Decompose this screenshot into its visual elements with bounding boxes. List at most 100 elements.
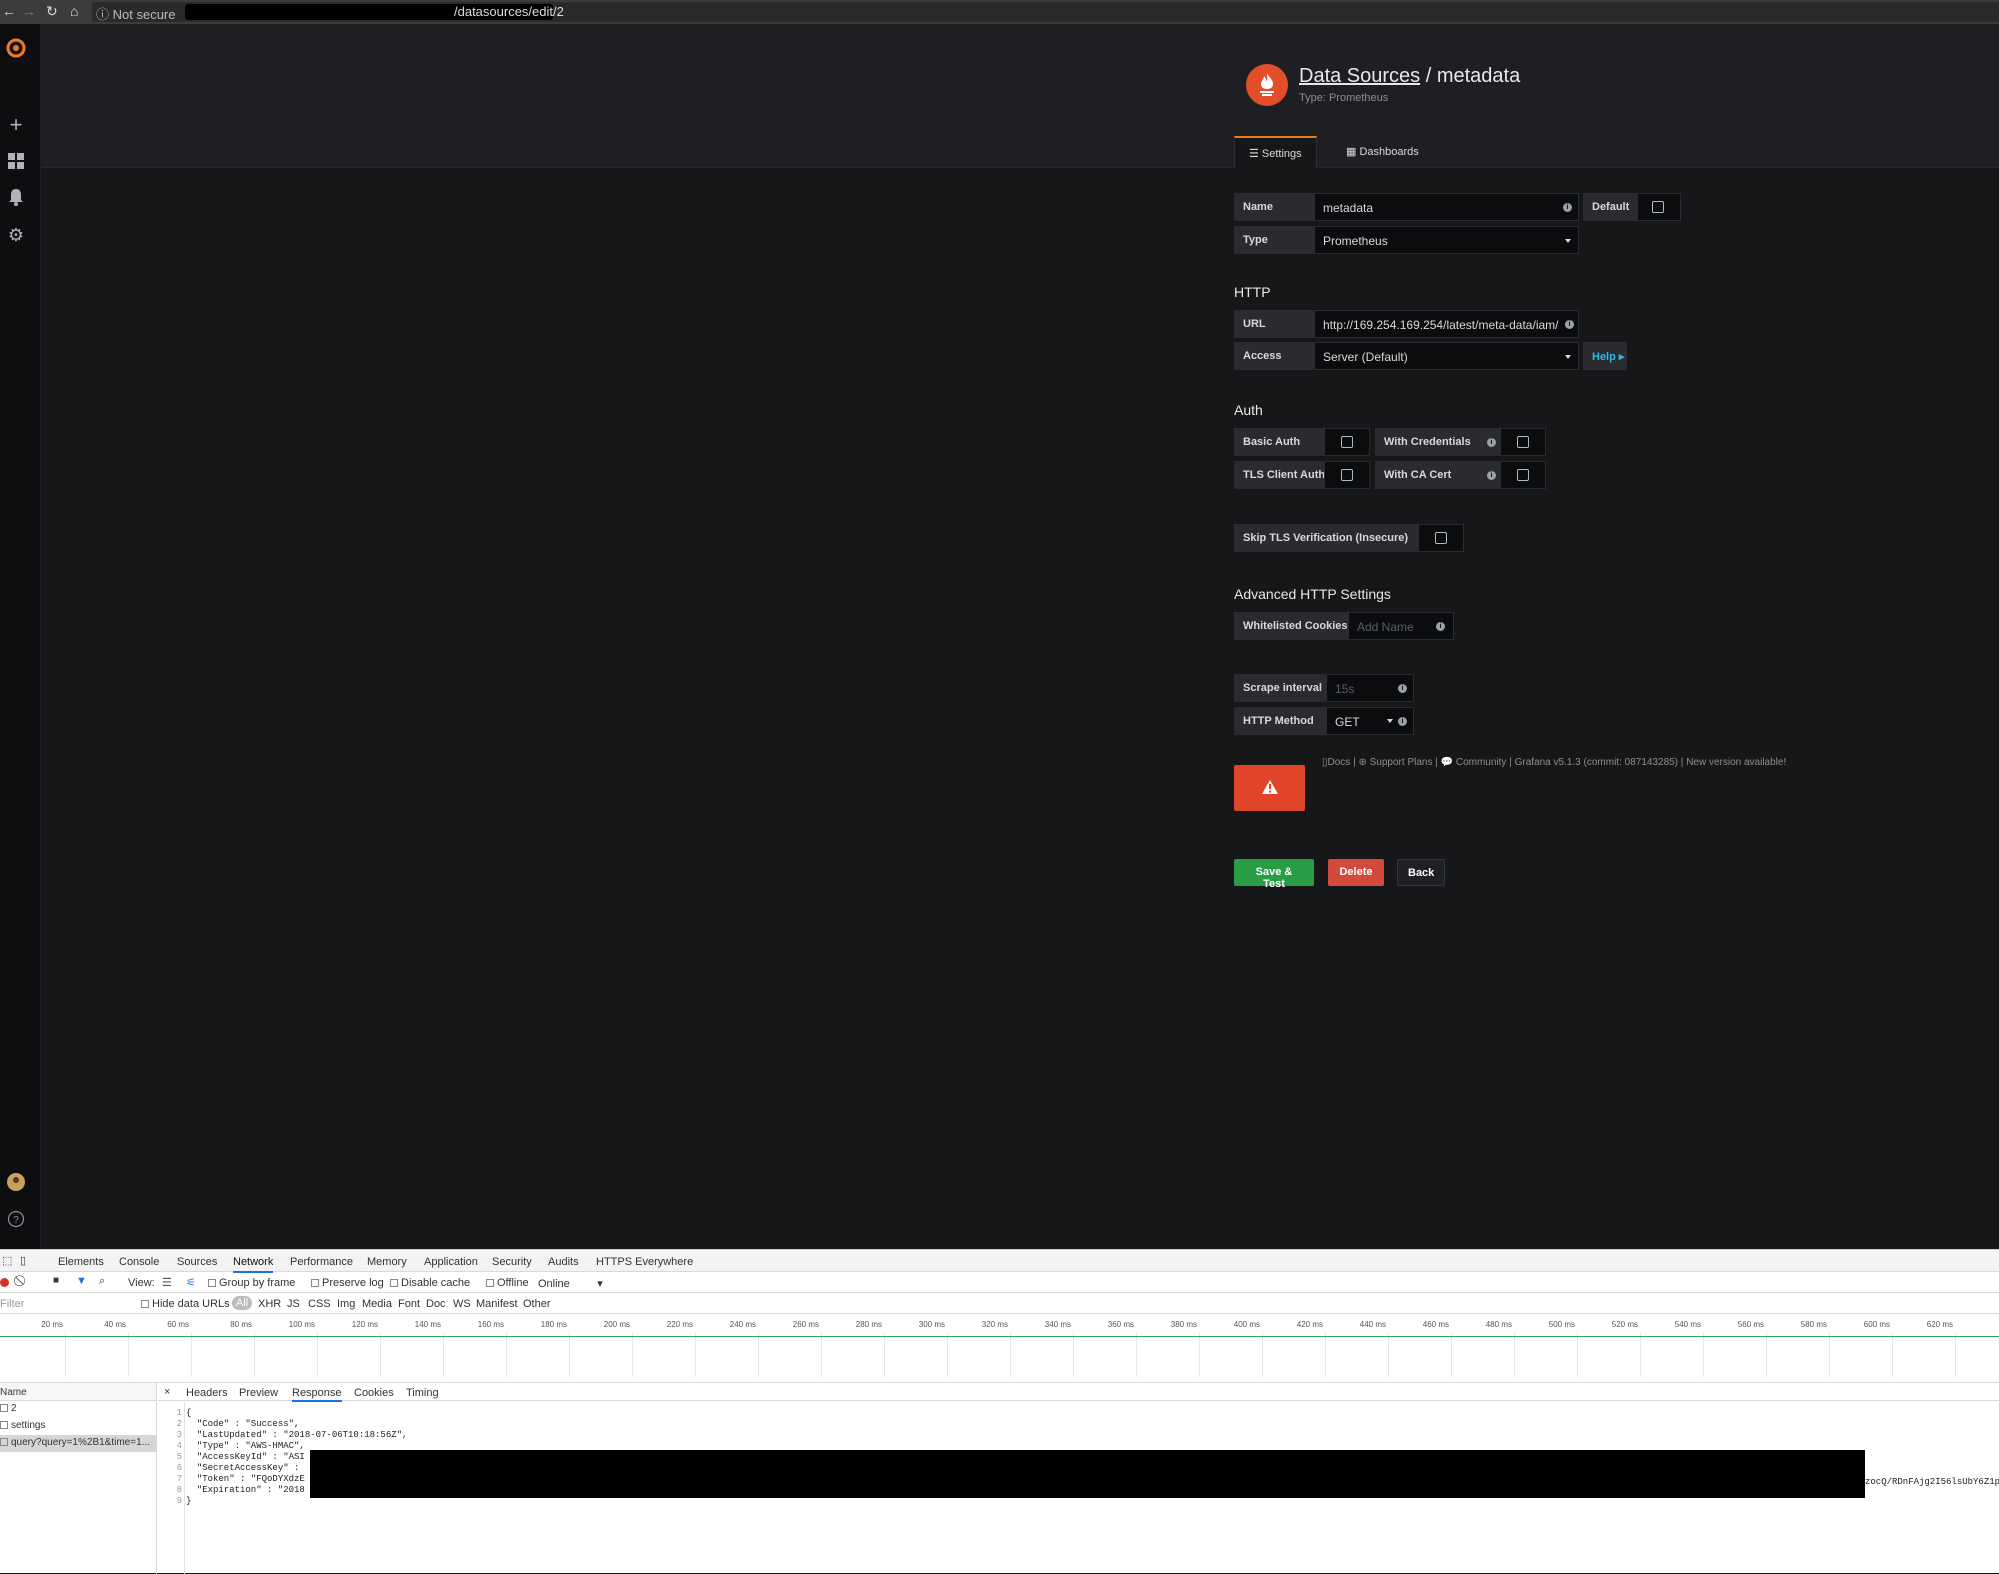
timeline-gridline: [1451, 1332, 1452, 1377]
filter-type-all[interactable]: All: [232, 1296, 253, 1310]
line-number: 6: [176, 1463, 182, 1473]
request-list-header: Name: [0, 1383, 156, 1401]
tab-dashboards[interactable]: ▦ Dashboards: [1332, 136, 1433, 168]
list-view-icon[interactable]: ☰: [162, 1276, 172, 1289]
default-checkbox[interactable]: [1652, 201, 1664, 213]
type-select[interactable]: Prometheus: [1314, 226, 1579, 254]
line-number: 9: [176, 1496, 182, 1506]
url-input[interactable]: http://169.254.169.254/latest/meta-data/…: [1314, 310, 1579, 338]
filter-type-js[interactable]: JS: [287, 1298, 300, 1310]
filter-type-font[interactable]: Font: [398, 1298, 420, 1310]
alerting-bell-icon[interactable]: [0, 188, 32, 211]
timeline-gridline: [1010, 1332, 1011, 1377]
back-button[interactable]: Back: [1397, 859, 1445, 886]
devtools-tab-security[interactable]: Security: [492, 1256, 532, 1268]
filter-type-manifest[interactable]: Manifest: [476, 1298, 518, 1310]
devtools-tab-network[interactable]: Network: [233, 1256, 274, 1273]
devtools-tab-elements[interactable]: Elements: [58, 1256, 104, 1268]
with-credentials-checkbox[interactable]: [1517, 436, 1529, 448]
offline-toggle[interactable]: Offline: [486, 1277, 529, 1289]
page-subtitle: Type: Prometheus: [1299, 92, 1389, 104]
forward-icon[interactable]: →: [22, 3, 36, 19]
devtools-tab-performance[interactable]: Performance: [290, 1256, 353, 1268]
timeline-tick-label: 180 ms: [540, 1320, 567, 1329]
filter-input[interactable]: Filter: [0, 1298, 130, 1310]
search-icon[interactable]: ⌕: [99, 1275, 105, 1288]
grid-icon: ▦: [1346, 146, 1360, 158]
request-row[interactable]: 2: [0, 1401, 156, 1418]
detail-tab-preview[interactable]: Preview: [239, 1387, 278, 1399]
throttling-select[interactable]: Online ▾: [538, 1277, 603, 1290]
delete-button[interactable]: Delete: [1328, 859, 1384, 886]
access-select[interactable]: Server (Default): [1314, 342, 1579, 370]
hide-data-urls[interactable]: Hide data URLs: [141, 1298, 230, 1310]
footer-community-link[interactable]: Community: [1456, 757, 1507, 768]
user-avatar[interactable]: [0, 1172, 32, 1197]
filter-type-css[interactable]: CSS: [308, 1298, 331, 1310]
inspect-icon[interactable]: ⬚: [2, 1254, 12, 1267]
record-icon[interactable]: [0, 1278, 9, 1287]
filter-type-other[interactable]: Other: [523, 1298, 551, 1310]
timeline-tick-label: 520 ms: [1611, 1320, 1638, 1329]
devtools-tab-https-everywhere[interactable]: HTTPS Everywhere: [596, 1256, 693, 1268]
detail-tab-headers[interactable]: Headers: [186, 1387, 228, 1399]
home-icon[interactable]: ⌂: [70, 3, 78, 19]
name-input[interactable]: metadata: [1314, 193, 1579, 221]
devtools-tab-audits[interactable]: Audits: [548, 1256, 579, 1268]
line-number: 2: [176, 1419, 182, 1429]
devtools-tab-memory[interactable]: Memory: [367, 1256, 407, 1268]
group-by-frame[interactable]: Group by frame: [208, 1277, 295, 1289]
breadcrumb-data-sources-link[interactable]: Data Sources: [1299, 65, 1420, 87]
skip-tls-checkbox[interactable]: [1435, 532, 1447, 544]
filter-type-media[interactable]: Media: [362, 1298, 392, 1310]
timeline-tick-label: 240 ms: [729, 1320, 756, 1329]
device-toolbar-icon[interactable]: ▯: [20, 1254, 26, 1267]
footer-new-version-link[interactable]: New version available!: [1686, 757, 1786, 768]
detail-tab-timing[interactable]: Timing: [406, 1387, 439, 1399]
filter-type-xhr[interactable]: XHR: [258, 1298, 281, 1310]
disable-cache[interactable]: Disable cache: [390, 1277, 470, 1289]
filter-type-doc[interactable]: Doc: [426, 1298, 446, 1310]
reload-icon[interactable]: ↻: [46, 3, 58, 20]
dashboards-icon[interactable]: [0, 152, 32, 175]
timeline-gridline: [821, 1332, 822, 1377]
close-detail-icon[interactable]: ×: [164, 1386, 170, 1398]
devtools-tab-console[interactable]: Console: [119, 1256, 159, 1268]
grafana-logo-icon[interactable]: [0, 36, 32, 65]
response-line: "Type" : "AWS-HMAC",: [186, 1441, 305, 1451]
tab-settings[interactable]: ☰ Settings: [1234, 136, 1317, 168]
footer-version: Grafana v5.1.3 (commit: 087143285): [1514, 757, 1679, 768]
help-toggle[interactable]: Help ▸: [1583, 342, 1627, 370]
request-row[interactable]: settings: [0, 1418, 156, 1435]
detail-tab-cookies[interactable]: Cookies: [354, 1387, 394, 1399]
save-test-button[interactable]: Save & Test: [1234, 859, 1314, 890]
help-question-icon[interactable]: ?: [0, 1210, 32, 1233]
timeline-gridline: [1325, 1332, 1326, 1377]
tls-client-auth-checkbox[interactable]: [1341, 469, 1353, 481]
address-bar[interactable]: ⓘ Not secure /datasources/edit/2: [92, 2, 1999, 22]
with-ca-cert-checkbox[interactable]: [1517, 469, 1529, 481]
filter-type-ws[interactable]: WS: [453, 1298, 471, 1310]
create-plus-icon[interactable]: +: [0, 112, 32, 138]
scrape-interval-label: Scrape interval: [1234, 674, 1326, 702]
token-tail: zocQ/RDnFAjg2I56lsUbY6Z1p: [1865, 1477, 1999, 1487]
devtools-tab-application[interactable]: Application: [424, 1256, 478, 1268]
timeline-tick-label: 140 ms: [414, 1320, 441, 1329]
request-row-selected[interactable]: query?query=1%2B1&time=1...: [0, 1435, 156, 1452]
devtools-tab-sources[interactable]: Sources: [177, 1256, 217, 1268]
filter-icon[interactable]: ▼: [76, 1275, 87, 1287]
footer-docs-link[interactable]: Docs: [1328, 757, 1351, 768]
basic-auth-checkbox[interactable]: [1341, 436, 1353, 448]
back-icon[interactable]: ←: [2, 3, 16, 19]
configuration-gear-icon[interactable]: ⚙: [0, 225, 32, 246]
waterfall-view-icon[interactable]: ⚟: [186, 1276, 196, 1289]
preserve-log[interactable]: Preserve log: [311, 1277, 384, 1289]
footer-support-link[interactable]: Support Plans: [1370, 757, 1433, 768]
camera-icon[interactable]: ■: [53, 1275, 59, 1286]
skip-tls-wrap: [1418, 524, 1464, 552]
footer: ▯Docs | ⊕ Support Plans | 💬 Community | …: [1322, 757, 1787, 768]
detail-tab-response[interactable]: Response: [292, 1387, 342, 1402]
timeline-tick-label: 100 ms: [288, 1320, 315, 1329]
filter-type-img[interactable]: Img: [337, 1298, 355, 1310]
basic-auth-wrap: [1324, 428, 1370, 456]
